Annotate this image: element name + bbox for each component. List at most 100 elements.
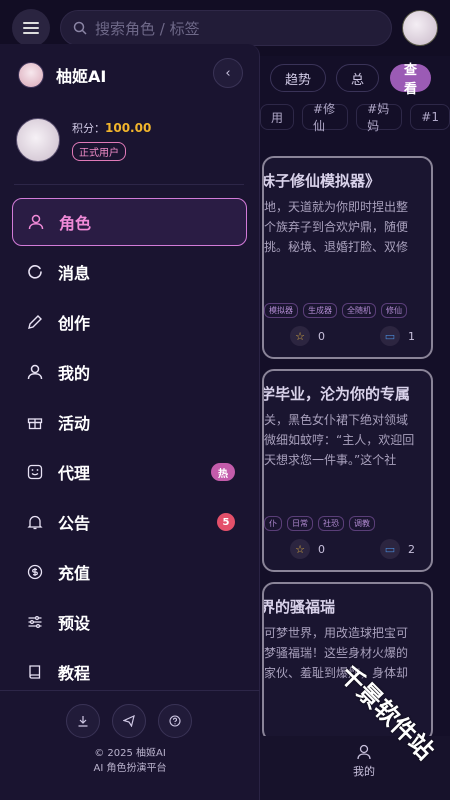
nav-item-role[interactable]: 角色 bbox=[12, 198, 247, 246]
card-tag: 修仙 bbox=[381, 303, 407, 318]
nav-label: 教程 bbox=[58, 664, 91, 683]
nav-label: 代理 bbox=[58, 464, 91, 483]
bottom-nav-me[interactable]: 我的 bbox=[350, 744, 378, 779]
tag-item[interactable]: 用 bbox=[260, 104, 295, 130]
nav-label: 创作 bbox=[58, 314, 91, 333]
chip-total[interactable]: 总 bbox=[336, 64, 380, 92]
app-page: 搜索角色 / 标签 趋势 总 查看 用 #修仙 #妈妈 #1 妹子修仙模拟器》 … bbox=[0, 0, 450, 800]
nav-label: 活动 bbox=[58, 414, 91, 433]
card-tag: 全随机 bbox=[342, 303, 376, 318]
card-title: 界的骚福瑞 bbox=[262, 598, 336, 616]
download-icon bbox=[78, 716, 88, 727]
card-stats: ☆ 0 ▭ 2 bbox=[264, 539, 419, 559]
message-icon bbox=[26, 263, 44, 281]
footer-actions bbox=[66, 704, 192, 738]
nav-label: 消息 bbox=[58, 264, 91, 283]
tag-item[interactable]: #修仙 bbox=[302, 102, 349, 133]
brand-name: 柚姬AI bbox=[56, 67, 107, 86]
star-icon: ☆ bbox=[290, 539, 310, 559]
tag-row: 用 #修仙 #妈妈 #1 bbox=[260, 102, 450, 133]
bottom-nav-me-label: 我的 bbox=[353, 765, 375, 778]
search-input[interactable]: 搜索角色 / 标签 bbox=[60, 10, 392, 46]
hot-badge: 热 bbox=[211, 463, 235, 481]
tag-item[interactable]: #妈妈 bbox=[356, 102, 403, 133]
points-value: 100.00 bbox=[105, 120, 152, 135]
nav-item-activity[interactable]: 活动 bbox=[12, 398, 247, 446]
card-tag: 调教 bbox=[349, 516, 375, 531]
card-tag: 社恐 bbox=[318, 516, 344, 531]
pencil-icon bbox=[26, 313, 44, 331]
card-tag: 仆 bbox=[264, 516, 282, 531]
star-stat[interactable]: ☆ 0 bbox=[290, 326, 325, 346]
chevron-left-icon: ‹ bbox=[225, 65, 231, 81]
side-drawer: 柚姬AI ‹ 积分：100.00 正式用户 角色 消息 创作 我的 活动 代理 … bbox=[0, 44, 260, 800]
sliders-icon bbox=[26, 613, 44, 631]
nav-label: 我的 bbox=[58, 364, 91, 383]
star-count: 0 bbox=[318, 542, 325, 556]
card-tags: 仆 日常 社恐 调教 bbox=[264, 516, 419, 531]
user-avatar[interactable] bbox=[402, 10, 438, 46]
brand-logo bbox=[18, 62, 44, 88]
telegram-button[interactable] bbox=[112, 704, 146, 738]
nav-label: 公告 bbox=[58, 514, 91, 533]
book-icon bbox=[26, 663, 44, 681]
nav-label: 角色 bbox=[59, 214, 92, 233]
menu-icon bbox=[23, 22, 39, 34]
comment-count: 2 bbox=[408, 542, 415, 556]
nav-item-recharge[interactable]: 充值 bbox=[12, 548, 247, 596]
profile-icon bbox=[357, 744, 371, 760]
star-count: 0 bbox=[318, 329, 325, 343]
nav-item-preset[interactable]: 预设 bbox=[12, 598, 247, 646]
card-desc: 关，黑色女仆裙下绝对领域微细如蚊哼：“主人，欢迎回天想求您一件事。”这个社恐… bbox=[264, 413, 415, 467]
drawer-header: 柚姬AI bbox=[18, 62, 106, 88]
bell-icon bbox=[26, 513, 44, 531]
divider bbox=[0, 690, 260, 691]
coin-icon bbox=[26, 563, 44, 581]
divider bbox=[14, 184, 244, 185]
role-card[interactable]: 妹子修仙模拟器》 地，天道就为你即时捏出整个族弃子到合欢炉鼎，随便挑。秘境、退婚… bbox=[262, 156, 433, 359]
status-badge: 正式用户 bbox=[72, 141, 126, 161]
help-button[interactable] bbox=[158, 704, 192, 738]
send-icon bbox=[123, 715, 135, 727]
nav-item-create[interactable]: 创作 bbox=[12, 298, 247, 346]
collapse-drawer-button[interactable]: ‹ bbox=[213, 58, 243, 88]
card-tags: 模拟器 生成器 全随机 修仙 bbox=[264, 303, 419, 318]
search-placeholder: 搜索角色 / 标签 bbox=[95, 19, 200, 38]
nav-item-mine[interactable]: 我的 bbox=[12, 348, 247, 396]
comment-stat[interactable]: ▭ 2 bbox=[380, 539, 415, 559]
card-tag: 模拟器 bbox=[264, 303, 298, 318]
card-tag: 日常 bbox=[287, 516, 313, 531]
card-stats: ☆ 0 ▭ 1 bbox=[264, 326, 419, 346]
nav-item-message[interactable]: 消息 bbox=[12, 248, 247, 296]
comment-count: 1 bbox=[408, 329, 415, 343]
card-title: 学毕业，沦为你的专属 bbox=[262, 385, 411, 403]
nav-item-agent[interactable]: 代理 热 bbox=[12, 448, 247, 496]
card-tag: 生成器 bbox=[303, 303, 337, 318]
copyright: © 2025 柚姬AI AI 角色扮演平台 bbox=[0, 746, 260, 776]
menu-button[interactable] bbox=[12, 9, 50, 47]
nav-item-notice[interactable]: 公告 5 bbox=[12, 498, 247, 546]
comment-stat[interactable]: ▭ 1 bbox=[380, 326, 415, 346]
copyright-text: © 2025 柚姬AI bbox=[94, 748, 166, 759]
profile-block[interactable]: 积分：100.00 正式用户 bbox=[16, 118, 151, 162]
filter-chips: 趋势 总 查看 bbox=[270, 63, 432, 97]
profile-icon bbox=[26, 363, 44, 381]
tagline: AI 角色扮演平台 bbox=[93, 763, 167, 774]
nav-label: 预设 bbox=[58, 614, 91, 633]
points-label: 积分： bbox=[72, 121, 105, 135]
role-card[interactable]: 学毕业，沦为你的专属 关，黑色女仆裙下绝对领域微细如蚊哼：“主人，欢迎回天想求您… bbox=[262, 369, 433, 572]
nav-item-tutorial[interactable]: 教程 bbox=[12, 648, 247, 696]
star-icon: ☆ bbox=[290, 326, 310, 346]
download-button[interactable] bbox=[66, 704, 100, 738]
chip-trend[interactable]: 趋势 bbox=[270, 64, 327, 92]
star-stat[interactable]: ☆ 0 bbox=[290, 539, 325, 559]
help-icon bbox=[169, 715, 181, 727]
nav-label: 充值 bbox=[58, 564, 91, 583]
smile-icon bbox=[26, 463, 44, 481]
user-icon bbox=[27, 213, 45, 231]
tag-item[interactable]: #1 bbox=[410, 104, 450, 130]
profile-info: 积分：100.00 正式用户 bbox=[72, 120, 151, 161]
card-desc: 地，天道就为你即时捏出整个族弃子到合欢炉鼎，随便挑。秘境、退婚打脸、双修情劫… bbox=[264, 200, 409, 254]
view-button[interactable]: 查看 bbox=[390, 63, 432, 97]
search-icon bbox=[73, 21, 87, 35]
